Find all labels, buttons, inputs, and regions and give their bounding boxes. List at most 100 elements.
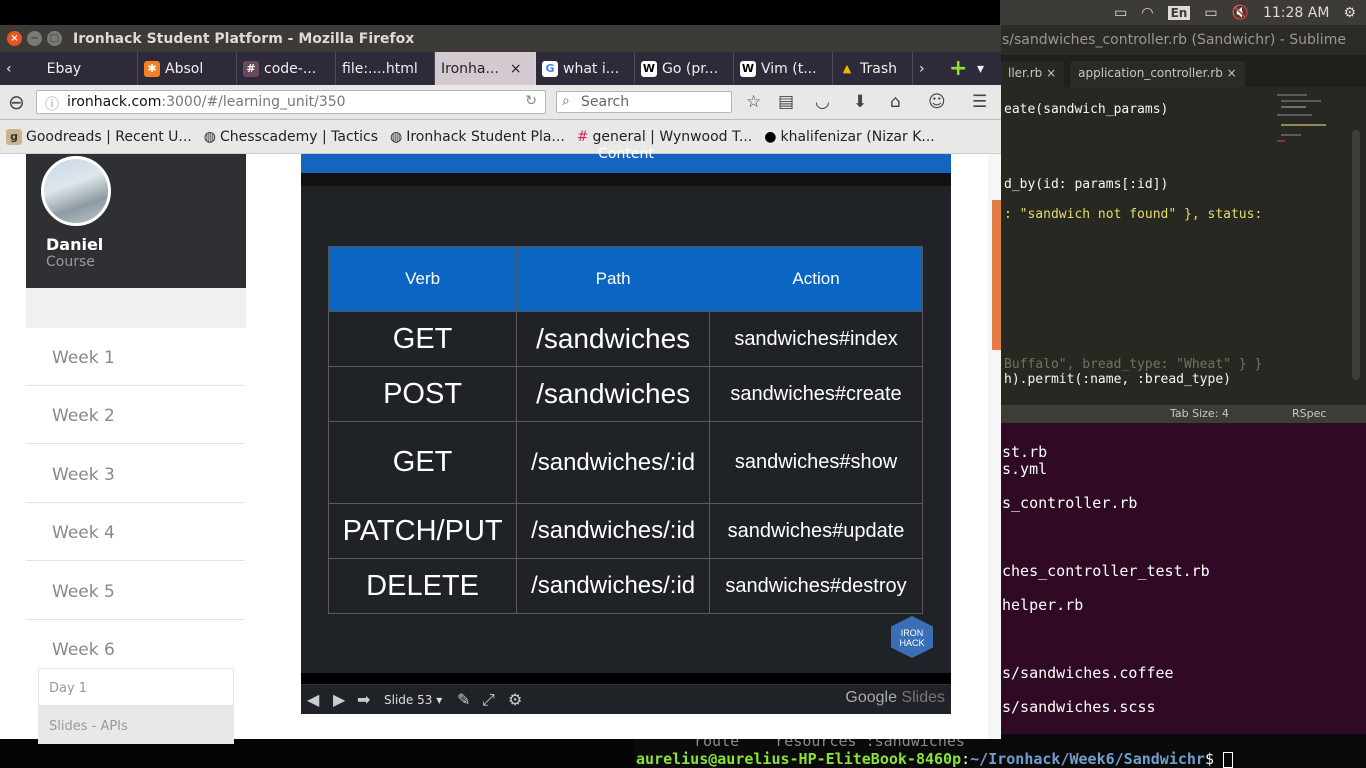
terminal-line: st.rb: [1002, 443, 1048, 461]
close-tab-icon[interactable]: ×: [510, 61, 522, 77]
browser-tab[interactable]: file:....html: [336, 52, 435, 85]
browser-tab-active[interactable]: Ironha... ×: [435, 52, 536, 85]
close-icon[interactable]: ×: [1046, 66, 1056, 80]
tab-scroll-right-button[interactable]: ›: [913, 52, 943, 85]
terminal-window[interactable]: st.rb s.yml s_controller.rb ches_control…: [1000, 423, 1366, 768]
sublime-scrollbar[interactable]: [1352, 130, 1360, 380]
sidebar-item-week-1[interactable]: Week 1: [26, 328, 245, 386]
firefox-titlebar[interactable]: × − □ Ironhack Student Platform - Mozill…: [0, 25, 1001, 52]
wikipedia-icon: W: [641, 60, 657, 77]
table-row: POST /sandwiches sandwiches#create: [327, 366, 923, 422]
back-button[interactable]: ⊖: [8, 90, 25, 114]
settings-gear-icon[interactable]: ⚙: [508, 690, 522, 709]
scroll-position-marker: [992, 200, 1001, 350]
bookmark-star-icon[interactable]: ☆: [746, 92, 761, 112]
bookmark-item[interactable]: ◍ Chesscademy | Tactics: [204, 129, 378, 145]
download-icon[interactable]: ⬇: [853, 92, 867, 112]
terminal-line: s/sandwiches.scss: [1002, 698, 1156, 716]
sublime-minimap[interactable]: [1275, 90, 1330, 150]
code-line: h).permit(:name, :bread_type): [1004, 372, 1231, 387]
code-line: d_by(id: params[:id]): [1004, 177, 1169, 192]
home-icon[interactable]: ⌂: [890, 92, 901, 112]
sublime-title: s/sandwiches_controller.rb (Sandwichr) -…: [1000, 25, 1366, 55]
browser-tab[interactable]: # code-...: [237, 52, 336, 85]
user-name: Daniel: [46, 235, 104, 254]
verb-cell: GET: [327, 421, 518, 504]
url-bar[interactable]: ⓘ ironhack.com:3000/#/learning_unit/350 …: [36, 90, 546, 114]
browser-tab-bar: ‹ Ebay ✱ Absol # code-... file:....html Iro…: [0, 52, 1001, 85]
emoji-icon[interactable]: ☺: [928, 92, 946, 112]
maximize-window-button[interactable]: □: [47, 31, 62, 46]
google-icon: G: [542, 60, 558, 77]
next-slide-icon[interactable]: ➡: [357, 690, 370, 709]
pocket-icon[interactable]: ◡: [815, 92, 830, 112]
wifi-icon[interactable]: ◠: [1141, 5, 1153, 21]
volume-muted-icon[interactable]: 🔇: [1232, 5, 1249, 21]
display-icon[interactable]: ▭: [1114, 5, 1127, 21]
verb-cell: DELETE: [327, 558, 518, 614]
reading-list-icon[interactable]: ▤: [778, 92, 794, 112]
tab-list-dropdown[interactable]: ▾: [971, 52, 1001, 85]
sidebar-item-week-5[interactable]: Week 5: [26, 562, 245, 620]
new-tab-button[interactable]: +: [943, 52, 971, 85]
browser-tab[interactable]: ✱ Absol: [138, 52, 237, 85]
syntax-indicator[interactable]: RSpec: [1292, 407, 1326, 420]
terminal-line: s.yml: [1002, 460, 1048, 478]
browser-tab[interactable]: ▲ Trash: [833, 52, 913, 85]
action-cell: sandwiches#update: [709, 503, 923, 559]
sublime-tab[interactable]: ller.rb ×: [1000, 61, 1065, 87]
gear-icon[interactable]: ⚙: [1343, 5, 1356, 21]
bookmark-item[interactable]: # general | Wynwood T...: [577, 129, 752, 145]
tab-size-indicator[interactable]: Tab Size: 4: [1170, 407, 1229, 420]
browser-tab[interactable]: ‹ Ebay: [0, 52, 138, 85]
slide-selector[interactable]: Slide 53 ▾: [384, 693, 442, 707]
browser-tab[interactable]: W Vim (t...: [734, 52, 833, 85]
sidebar-item-week-4[interactable]: Week 4: [26, 503, 245, 561]
sidebar-item-week-2[interactable]: Week 2: [26, 386, 245, 444]
path-cell: /sandwiches: [516, 311, 711, 367]
goodreads-icon: g: [6, 128, 22, 145]
search-icon: ⌕: [562, 93, 570, 109]
clock[interactable]: 11:28 AM: [1263, 5, 1329, 21]
keyboard-layout-indicator[interactable]: En: [1167, 5, 1191, 20]
code-line: Buffalo", bread_type: "Wheat" } }: [1004, 357, 1263, 372]
sidebar-item-week-3[interactable]: Week 3: [26, 445, 245, 503]
fullscreen-icon[interactable]: ⤢: [482, 690, 495, 710]
routes-table: Verb Path Action GET /sandwiches sandwic…: [327, 246, 923, 614]
terminal-prompt: aurelius@aurelius-HP-EliteBook-8460p:~/I…: [636, 750, 1234, 768]
sidebar-subitem-day-1[interactable]: Day 1: [38, 668, 234, 706]
menu-icon[interactable]: ☰: [972, 92, 987, 112]
absol-icon: ✱: [144, 60, 160, 77]
minimize-window-button[interactable]: −: [27, 31, 42, 46]
reload-icon[interactable]: ↻: [525, 93, 537, 109]
close-window-button[interactable]: ×: [7, 31, 22, 46]
terminal-prompt-area[interactable]: route resources :sandwiches aurelius@aur…: [634, 734, 1366, 768]
close-icon[interactable]: ×: [1227, 66, 1237, 80]
previous-slide-icon[interactable]: ◀: [307, 690, 319, 709]
action-cell: sandwiches#destroy: [709, 558, 923, 614]
battery-icon[interactable]: ▭: [1204, 5, 1217, 21]
sidebar-spacer: [26, 288, 246, 328]
terminal-line: ches_controller_test.rb: [1002, 562, 1210, 580]
verb-cell: PATCH/PUT: [327, 503, 518, 559]
search-input[interactable]: ⌕ Search: [556, 91, 732, 113]
pencil-icon[interactable]: ✎: [457, 690, 470, 709]
table-row: GET /sandwiches/:id sandwiches#show: [327, 421, 923, 504]
bookmark-item[interactable]: ● khalifenizar (Nizar K...: [764, 129, 935, 145]
table-row: DELETE /sandwiches/:id sandwiches#destro…: [327, 558, 923, 614]
terminal-cursor: [1223, 751, 1234, 768]
info-icon[interactable]: ⓘ: [45, 94, 59, 114]
play-icon[interactable]: ▶: [333, 690, 345, 709]
bookmark-item[interactable]: ◍ Ironhack Student Pla...: [390, 129, 565, 145]
google-slides-logo[interactable]: Google Slides: [845, 689, 945, 707]
bookmark-item[interactable]: g Goodreads | Recent U...: [6, 128, 192, 145]
sidebar-subitem-slides[interactable]: Slides - APIs: [38, 706, 234, 744]
browser-tab[interactable]: W Go (pr...: [635, 52, 734, 85]
path-cell: /sandwiches/:id: [516, 421, 711, 504]
sublime-tab[interactable]: application_controller.rb ×: [1070, 61, 1245, 87]
action-cell: sandwiches#show: [709, 421, 923, 504]
navigation-toolbar: ⊖ ⓘ ironhack.com:3000/#/learning_unit/35…: [0, 85, 1001, 120]
avatar[interactable]: [41, 156, 111, 226]
table-row: PATCH/PUT /sandwiches/:id sandwiches#upd…: [327, 503, 923, 559]
browser-tab[interactable]: Gwhat i...: [536, 52, 635, 85]
